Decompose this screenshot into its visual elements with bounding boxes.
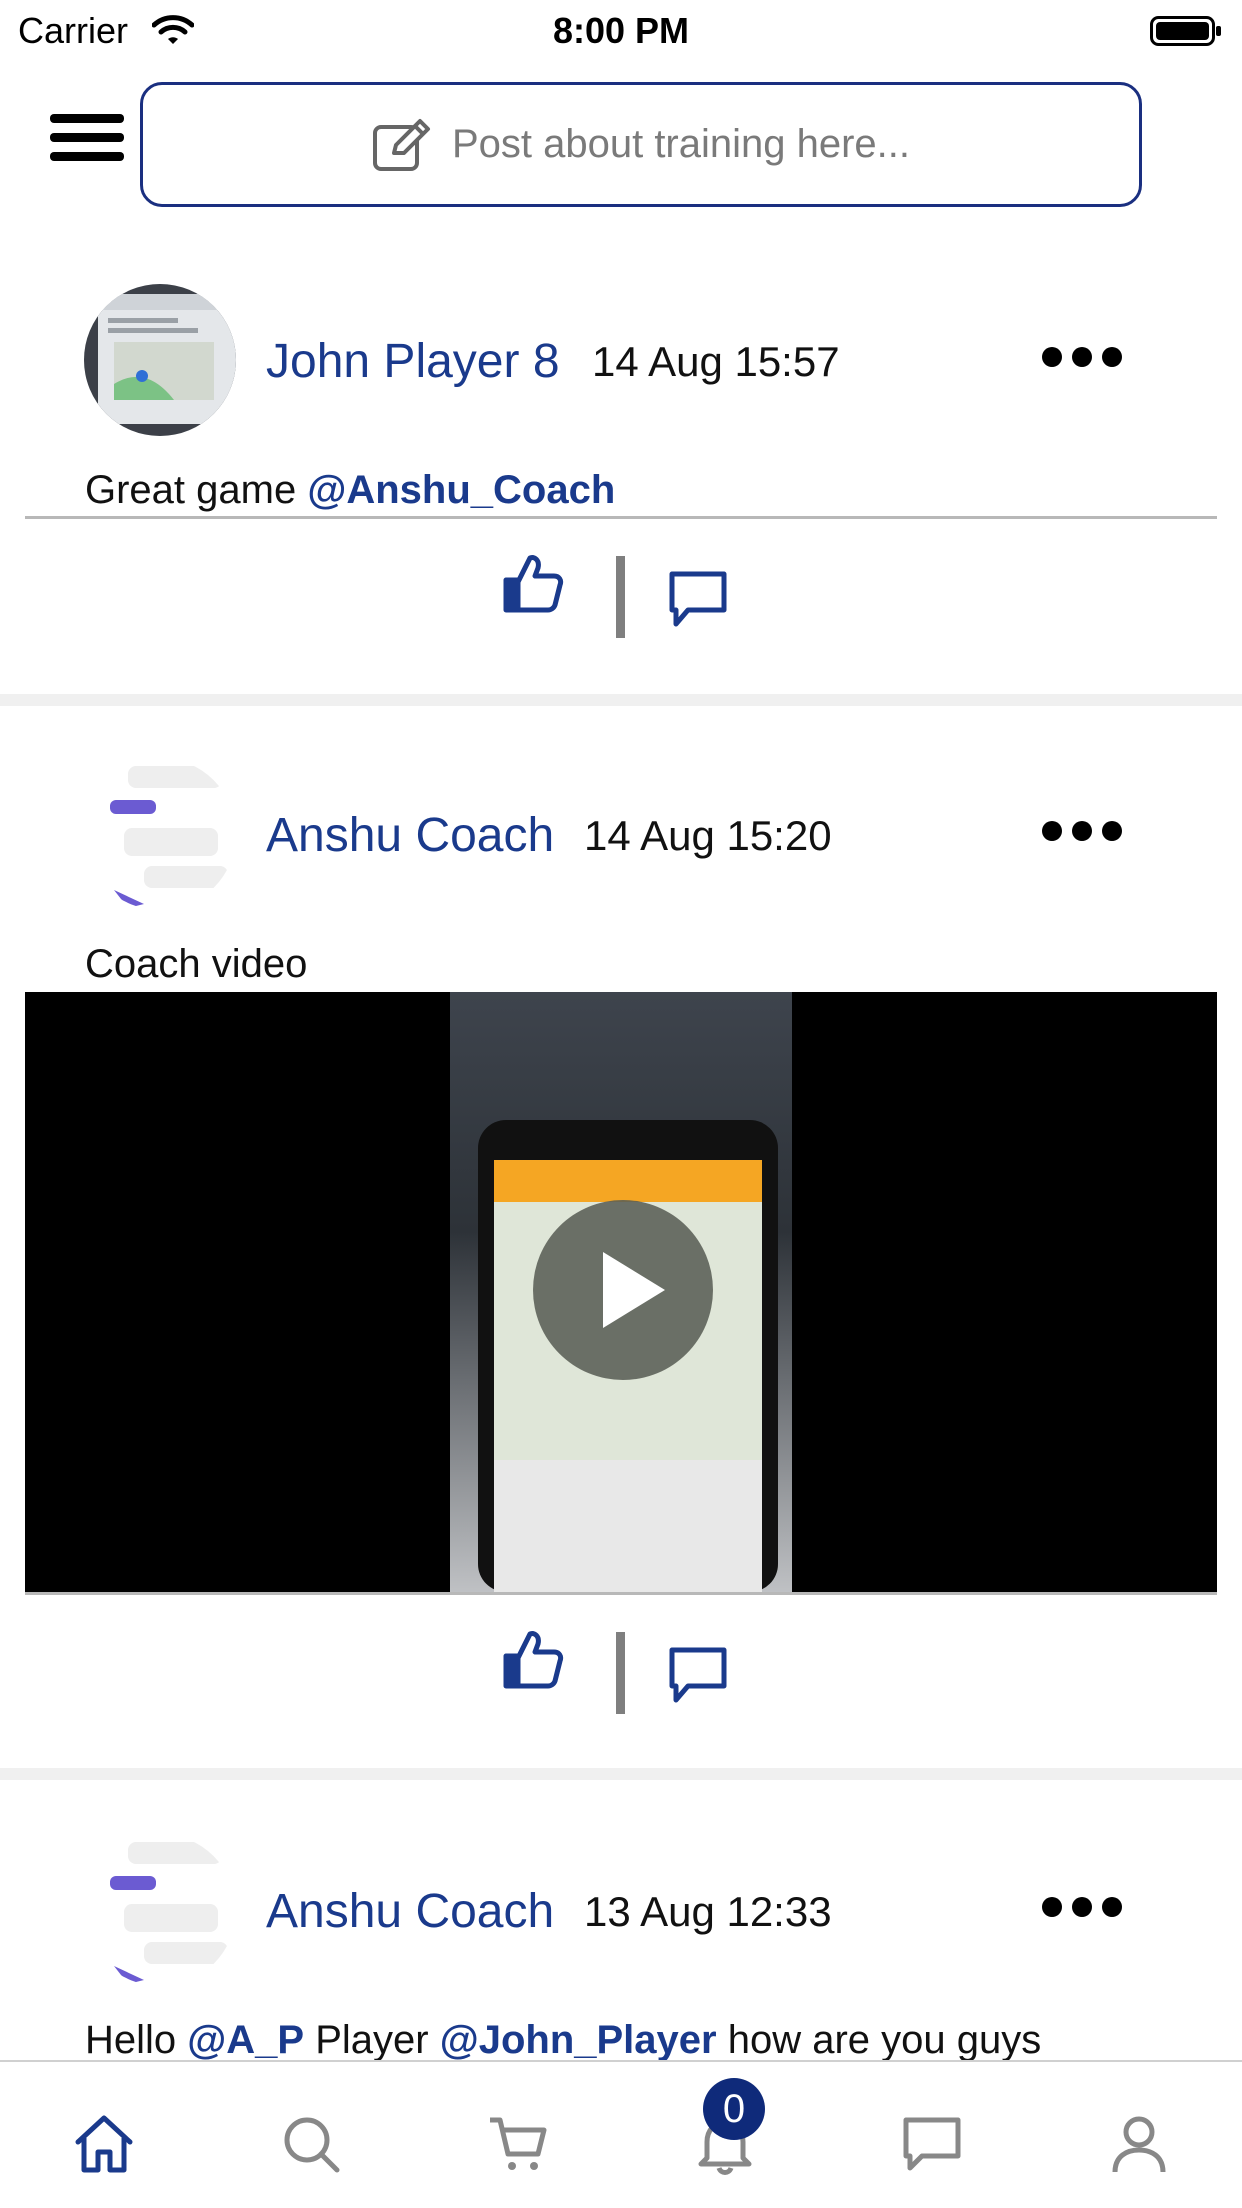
dot	[1042, 821, 1062, 841]
post-input[interactable]: Post about training here...	[140, 82, 1142, 207]
status-time: 8:00 PM	[552, 10, 690, 51]
action-divider	[616, 556, 625, 638]
post-options-button[interactable]	[1042, 816, 1122, 846]
dot	[1072, 821, 1092, 841]
post-separator	[0, 1768, 1242, 1780]
tab-bar	[0, 2060, 1242, 2208]
post-options-button[interactable]	[1042, 342, 1122, 372]
post-author[interactable]: Anshu Coach	[266, 808, 554, 863]
mention-link[interactable]: @John_Player	[440, 2018, 717, 2062]
avatar-image	[84, 1834, 236, 1986]
profile-icon[interactable]	[1107, 2112, 1171, 2176]
status-bar: Carrier 8:00 PM	[0, 0, 1242, 60]
post-author[interactable]: John Player 8	[266, 334, 560, 389]
post-text-part: how are you guys	[716, 2018, 1042, 2062]
post-divider	[25, 516, 1217, 519]
mention-link[interactable]: @A_P	[187, 2018, 304, 2062]
post-text: Coach video	[85, 942, 307, 987]
avatar[interactable]	[84, 758, 236, 910]
avatar-image	[84, 758, 236, 910]
dot	[1102, 347, 1122, 367]
dot	[1102, 821, 1122, 841]
menu-bar	[50, 114, 124, 123]
video-player[interactable]	[25, 992, 1217, 1592]
post-text-part: Player	[304, 2018, 440, 2062]
menu-bar	[50, 152, 124, 161]
post-text-part: Great game	[85, 468, 308, 512]
like-icon[interactable]	[502, 552, 564, 614]
dot	[1102, 1897, 1122, 1917]
post-options-button[interactable]	[1042, 1892, 1122, 1922]
like-icon[interactable]	[502, 1628, 564, 1690]
post-author[interactable]: Anshu Coach	[266, 1884, 554, 1939]
play-button[interactable]	[533, 1200, 713, 1380]
phone-app-bar	[494, 1160, 762, 1202]
battery-icon	[1150, 16, 1221, 46]
comment-icon[interactable]	[668, 570, 728, 630]
dot	[1072, 1897, 1092, 1917]
search-icon[interactable]	[279, 2112, 343, 2176]
home-icon[interactable]	[72, 2112, 136, 2176]
post-input-placeholder: Post about training here...	[451, 122, 911, 166]
dot	[1042, 1897, 1062, 1917]
menu-button[interactable]	[50, 114, 124, 168]
cart-icon[interactable]	[486, 2112, 550, 2176]
chat-icon[interactable]	[900, 2112, 964, 2176]
post-timestamp: 13 Aug 12:33	[584, 1888, 832, 1935]
mention-link[interactable]: @Anshu_Coach	[307, 468, 615, 512]
avatar[interactable]	[84, 1834, 236, 1986]
phone-keyboard	[494, 1460, 762, 1592]
compose-icon	[372, 118, 430, 171]
post-text-part: Coach video	[85, 942, 308, 986]
post-text: Great game @Anshu_Coach	[85, 468, 615, 513]
post-timestamp: 14 Aug 15:20	[584, 812, 832, 859]
dot	[1072, 347, 1092, 367]
dot	[1042, 347, 1062, 367]
comment-icon[interactable]	[668, 1646, 728, 1706]
post-text: Hello @A_P Player @John_Player how are y…	[85, 2018, 1041, 2063]
notification-badge: 0	[703, 2078, 765, 2140]
post-text-part: Hello	[85, 2018, 188, 2062]
avatar-image	[84, 284, 236, 436]
post-timestamp: 14 Aug 15:57	[592, 338, 840, 385]
post-separator	[0, 694, 1242, 706]
post-divider	[25, 1592, 1217, 1595]
avatar[interactable]	[84, 284, 236, 436]
play-icon	[603, 1252, 665, 1328]
action-divider	[616, 1632, 625, 1714]
menu-bar	[50, 133, 124, 142]
